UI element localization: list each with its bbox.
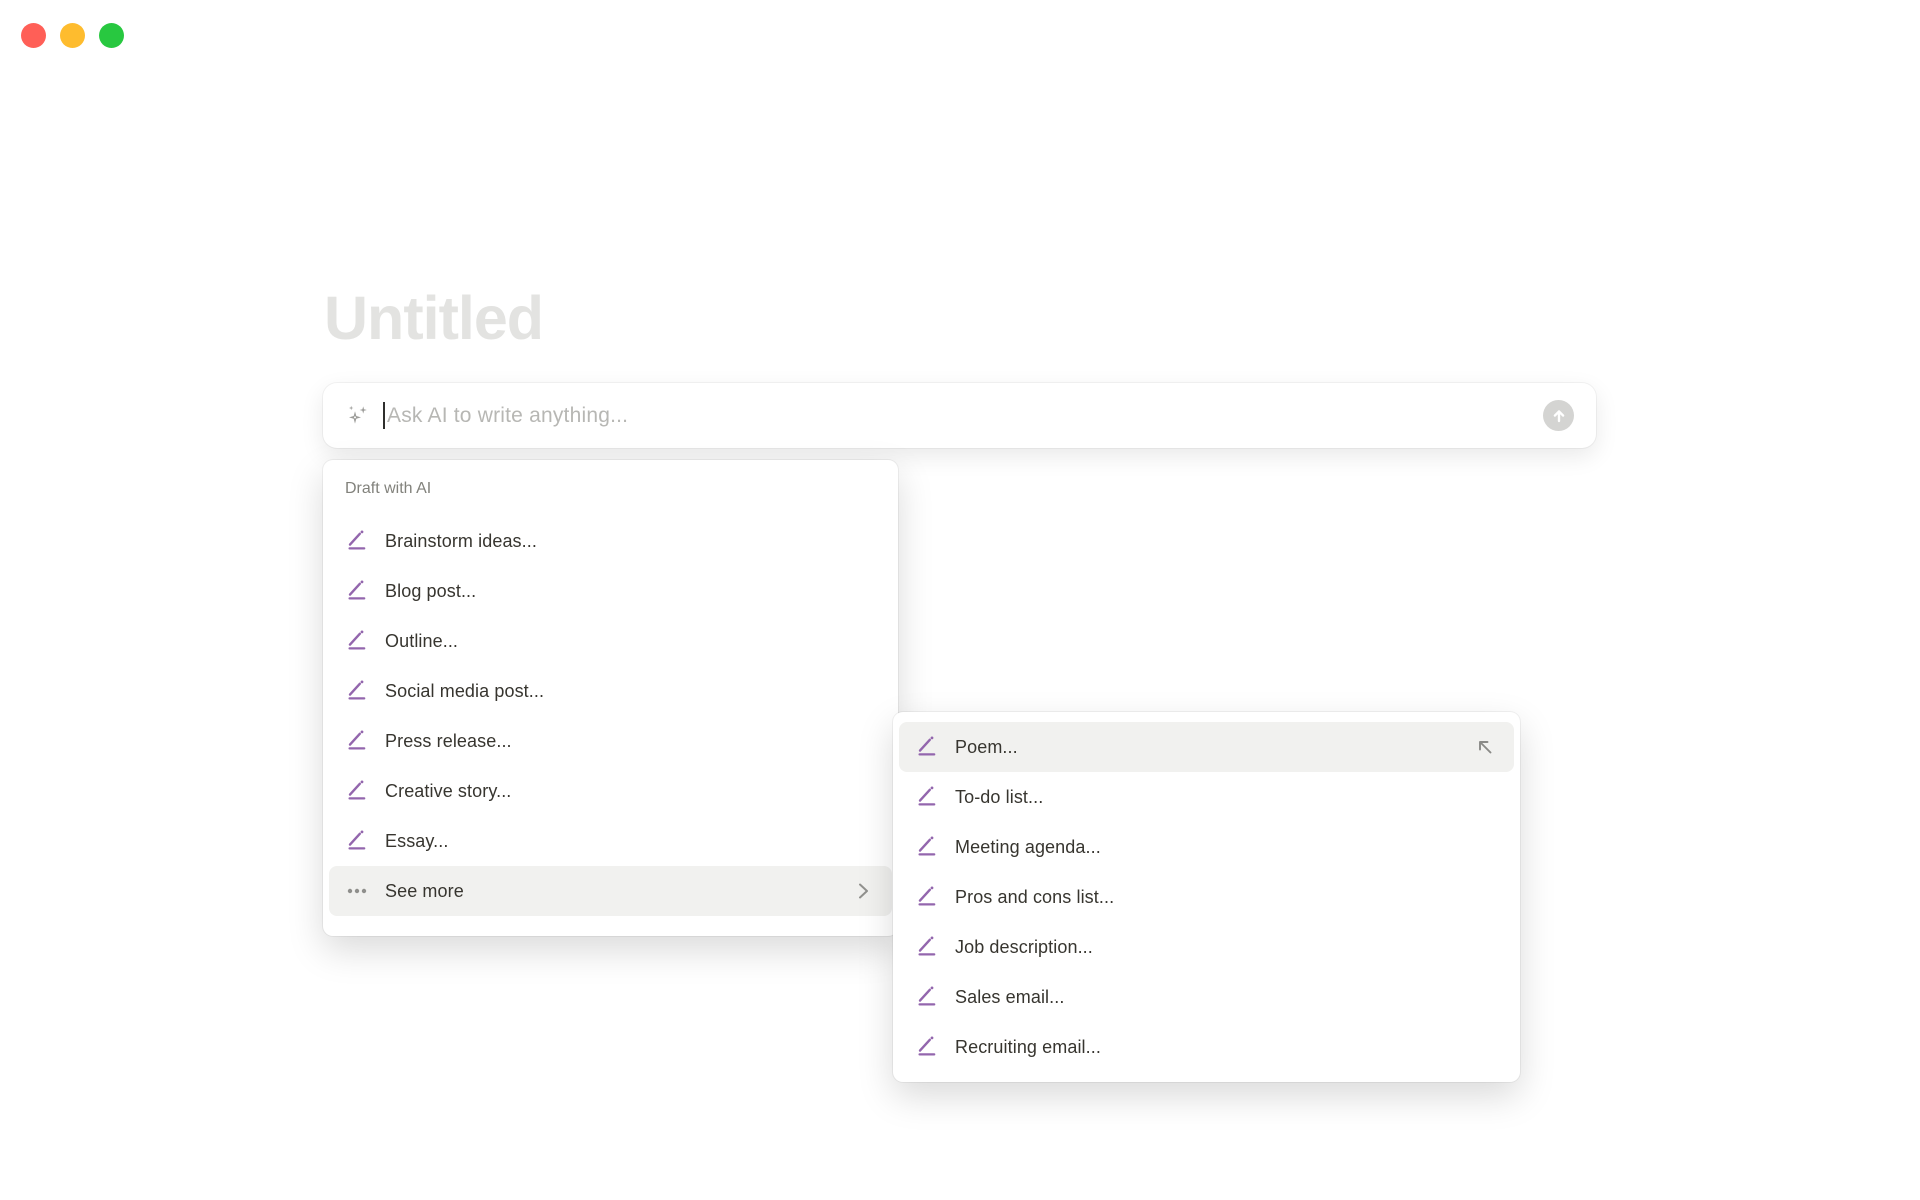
page-title-placeholder[interactable]: Untitled	[324, 288, 544, 349]
pencil-icon	[915, 1035, 939, 1059]
menu-item-label: To-do list...	[955, 786, 1044, 807]
draft-with-ai-menu: Draft with AI Brainstorm ideas... Blog p…	[323, 460, 898, 936]
menu-item-label: Outline...	[385, 630, 459, 651]
chevron-right-icon	[852, 880, 874, 902]
pencil-icon	[345, 679, 369, 703]
pencil-icon	[915, 785, 939, 809]
pencil-icon	[915, 885, 939, 909]
menu-item-label: Brainstorm ideas...	[385, 530, 537, 551]
menu-item-label: Sales email...	[955, 986, 1065, 1007]
ai-prompt-input[interactable]: Ask AI to write anything...	[323, 383, 1596, 448]
menu-header: Draft with AI	[345, 480, 432, 497]
window-controls	[21, 23, 124, 48]
menu-item-to-do-list[interactable]: To-do list...	[899, 772, 1514, 822]
pencil-icon	[345, 829, 369, 853]
pencil-icon	[345, 529, 369, 553]
submit-prompt-button[interactable]	[1543, 400, 1574, 431]
menu-item-see-more[interactable]: See more	[329, 866, 892, 916]
pencil-icon	[345, 579, 369, 603]
menu-item-label: Press release...	[385, 730, 512, 751]
ai-prompt-placeholder: Ask AI to write anything...	[387, 403, 629, 427]
menu-item-sales-email[interactable]: Sales email...	[899, 972, 1514, 1022]
menu-item-label: Blog post...	[385, 580, 477, 601]
menu-item-blog-post[interactable]: Blog post...	[329, 566, 892, 616]
menu-item-creative-story[interactable]: Creative story...	[329, 766, 892, 816]
app-window: Untitled Ask AI to write anything... Dra…	[0, 0, 1920, 1200]
menu-item-label: See more	[385, 880, 464, 901]
menu-item-press-release[interactable]: Press release...	[329, 716, 892, 766]
pencil-icon	[915, 735, 939, 759]
close-window-button[interactable]	[21, 23, 46, 48]
minimize-window-button[interactable]	[60, 23, 85, 48]
menu-item-essay[interactable]: Essay...	[329, 816, 892, 866]
ellipsis-icon	[345, 879, 369, 903]
menu-item-label: Pros and cons list...	[955, 886, 1115, 907]
menu-item-label: Essay...	[385, 830, 449, 851]
pencil-icon	[345, 629, 369, 653]
menu-item-job-description[interactable]: Job description...	[899, 922, 1514, 972]
menu-item-label: Job description...	[955, 936, 1093, 957]
menu-item-outline[interactable]: Outline...	[329, 616, 892, 666]
menu-item-label: Creative story...	[385, 780, 512, 801]
pencil-icon	[915, 835, 939, 859]
menu-item-label: Poem...	[955, 736, 1018, 757]
pencil-icon	[915, 935, 939, 959]
sparkles-icon	[345, 403, 371, 429]
zoom-window-button[interactable]	[99, 23, 124, 48]
text-caret	[383, 402, 385, 429]
arrow-up-left-icon	[1474, 736, 1496, 758]
pencil-icon	[345, 779, 369, 803]
menu-item-brainstorm-ideas[interactable]: Brainstorm ideas...	[329, 516, 892, 566]
menu-item-label: Recruiting email...	[955, 1036, 1101, 1057]
arrow-up-icon	[1548, 405, 1570, 427]
see-more-submenu: Poem... To-do list... Meeting agenda...	[893, 712, 1520, 1082]
menu-item-label: Social media post...	[385, 680, 545, 701]
menu-item-social-media-post[interactable]: Social media post...	[329, 666, 892, 716]
menu-item-meeting-agenda[interactable]: Meeting agenda...	[899, 822, 1514, 872]
pencil-icon	[915, 985, 939, 1009]
menu-item-recruiting-email[interactable]: Recruiting email...	[899, 1022, 1514, 1072]
menu-item-pros-and-cons-list[interactable]: Pros and cons list...	[899, 872, 1514, 922]
menu-item-label: Meeting agenda...	[955, 836, 1101, 857]
menu-item-poem[interactable]: Poem...	[899, 722, 1514, 772]
pencil-icon	[345, 729, 369, 753]
